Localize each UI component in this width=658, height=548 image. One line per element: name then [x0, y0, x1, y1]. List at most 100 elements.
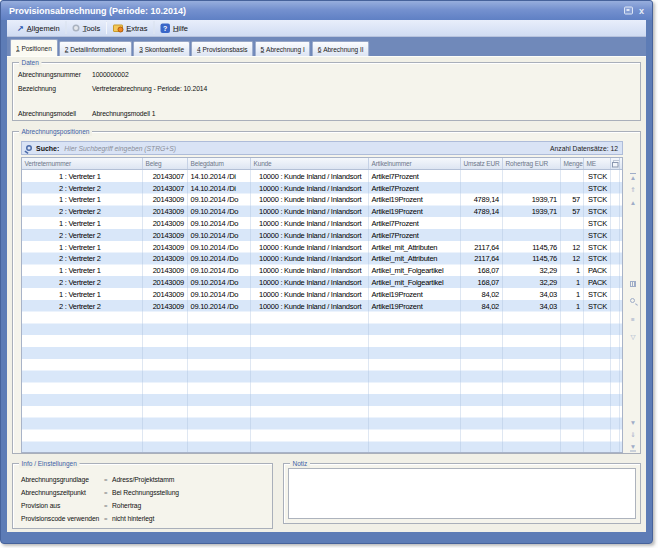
- row-up-icon[interactable]: ▲: [626, 199, 640, 207]
- page-up-icon[interactable]: ⇑: [626, 186, 640, 194]
- cell: PACK: [584, 276, 611, 288]
- expand-icon[interactable]: ▽: [626, 333, 640, 341]
- toolbar-label: Allgemein: [27, 24, 60, 33]
- search-bar[interactable]: Suche: Hier Suchbegriff eingeben (STRG+S…: [21, 141, 623, 155]
- column-header-kunde[interactable]: Kunde: [251, 158, 369, 169]
- cell: [611, 217, 620, 229]
- close-icon[interactable]: x: [639, 7, 644, 15]
- cell: 2117,64: [461, 253, 503, 265]
- field-label: Abrechnungsmodell: [18, 110, 76, 118]
- table-row[interactable]: 2 : Vertreter 22014300909.10.2014 /Do100…: [22, 229, 622, 241]
- cell: 14.10.2014 /Di: [188, 182, 251, 194]
- cell: STCK: [584, 205, 611, 217]
- cell: [611, 312, 620, 324]
- cell: 2117,64: [461, 241, 503, 253]
- filter-icon[interactable]: ≡: [626, 316, 640, 324]
- cell: 09.10.2014 /Do: [188, 241, 251, 253]
- cell: 168,07: [461, 276, 503, 288]
- table-row[interactable]: 2 : Vertreter 22014300909.10.2014 /Do100…: [22, 300, 622, 312]
- window-titlebar[interactable]: Provisionsabrechnung (Periode: 10.2014) …: [1, 1, 652, 20]
- column-header-options[interactable]: [611, 158, 620, 169]
- scroll-to-top-icon[interactable]: ▲: [626, 173, 640, 182]
- cell: [503, 406, 561, 418]
- toolbar-item-extras[interactable]: Extras: [107, 21, 153, 36]
- cell: [561, 323, 584, 335]
- cell: 20143009: [143, 264, 188, 276]
- cell: 09.10.2014 /Do: [188, 264, 251, 276]
- cell: [611, 182, 620, 194]
- table-row[interactable]: 2 : Vertreter 22014300909.10.2014 /Do100…: [22, 253, 622, 265]
- column-header-menge[interactable]: Menge: [561, 158, 584, 169]
- table-row[interactable]: 1 : Vertreter 12014300909.10.2014 /Do100…: [22, 217, 622, 229]
- search-rows-icon[interactable]: [630, 298, 635, 303]
- cell: [503, 312, 561, 324]
- column-header-me[interactable]: ME: [584, 158, 611, 169]
- cell: 10000 : Kunde Inland / Inlandsort: [251, 276, 369, 288]
- table-row-empty: [22, 382, 622, 394]
- scroll-to-bottom-icon[interactable]: ▼: [626, 443, 640, 452]
- cell: 10000 : Kunde Inland / Inlandsort: [251, 241, 369, 253]
- notiz-textarea[interactable]: [288, 468, 636, 519]
- cell: [611, 276, 620, 288]
- toolbar-item-tools[interactable]: Tools: [67, 21, 107, 36]
- tab-page-positionen: Daten Abrechnungsnummer 1000000002 Bezei…: [7, 56, 646, 532]
- cell: [22, 347, 143, 359]
- cell: [143, 382, 188, 394]
- cell: Artikel_mit_Attributen: [369, 241, 461, 253]
- cell: STCK: [584, 170, 611, 182]
- table-row[interactable]: 1 : Vertreter 12014300909.10.2014 /Do100…: [22, 241, 622, 253]
- tab-abrechnung-2[interactable]: 6 Abrechnung II: [312, 41, 370, 56]
- row-down-icon[interactable]: ▼: [626, 419, 640, 427]
- cell: [561, 430, 584, 442]
- tab-detailinformationen[interactable]: 2 Detailinformationen: [59, 41, 132, 56]
- column-header-belegdatum[interactable]: Belegdatum: [188, 158, 251, 169]
- cell: [461, 312, 503, 324]
- cell: STCK: [584, 194, 611, 206]
- table-row[interactable]: 1 : Vertreter 12014300909.10.2014 /Do100…: [22, 264, 622, 276]
- cell: [461, 382, 503, 394]
- cell: [22, 323, 143, 335]
- cell: [503, 371, 561, 383]
- cell: [584, 371, 611, 383]
- table-row[interactable]: 2 : Vertreter 22014300909.10.2014 /Do100…: [22, 205, 622, 217]
- column-header-umsatz[interactable]: Umsatz EUR: [461, 158, 503, 169]
- restore-icon[interactable]: [624, 7, 633, 15]
- column-header-beleg[interactable]: Beleg: [143, 158, 188, 169]
- cell: [611, 406, 620, 418]
- cell: 10000 : Kunde Inland / Inlandsort: [251, 205, 369, 217]
- toolbar-item-allgemein[interactable]: ↗ Allgemein: [11, 21, 66, 36]
- cell: [251, 382, 369, 394]
- search-input[interactable]: Hier Suchbegriff eingeben (STRG+S): [64, 144, 176, 152]
- tab-provisionsbasis[interactable]: 4 Provisionsbasis: [191, 41, 254, 56]
- table-row[interactable]: 1 : Vertreter 12014300714.10.2014 /Di100…: [22, 170, 622, 182]
- info-label: Abrechnungsgrundlage: [21, 476, 102, 484]
- cell: [611, 441, 620, 453]
- cell: [22, 312, 143, 324]
- cell: [611, 359, 620, 371]
- cell: 1 : Vertreter 1: [22, 264, 143, 276]
- tab-positionen[interactable]: 1 Positionen: [10, 39, 58, 56]
- cell: [143, 371, 188, 383]
- table-row[interactable]: 1 : Vertreter 12014300909.10.2014 /Do100…: [22, 288, 622, 300]
- tab-skontoanteile[interactable]: 3 Skontoanteile: [133, 41, 190, 56]
- column-header-artikelnummer[interactable]: Artikelnummer: [369, 158, 461, 169]
- cell: 34,03: [503, 300, 561, 312]
- table-row[interactable]: 2 : Vertreter 22014300909.10.2014 /Do100…: [22, 276, 622, 288]
- cell: [584, 394, 611, 406]
- cell: [461, 394, 503, 406]
- page-down-icon[interactable]: ⇓: [626, 431, 640, 439]
- cell: Artikel19Prozent: [369, 300, 461, 312]
- cell: 1: [561, 276, 584, 288]
- toolbar-item-hilfe[interactable]: ? Hilfe: [154, 21, 194, 36]
- column-header-rohertrag[interactable]: Rohertrag EUR: [503, 158, 561, 169]
- cell: [143, 335, 188, 347]
- grid-view-icon[interactable]: [630, 281, 636, 287]
- tab-abrechnung-1[interactable]: 5 Abrechnung I: [255, 41, 311, 56]
- column-header-vertreternummer[interactable]: Vertreternummer: [22, 158, 143, 169]
- cell: 20143009: [143, 253, 188, 265]
- table-row[interactable]: 1 : Vertreter 12014300909.10.2014 /Do100…: [22, 194, 622, 206]
- cell: 14.10.2014 /Di: [188, 170, 251, 182]
- table-row-empty: [22, 441, 622, 453]
- gear-icon: [73, 25, 80, 32]
- table-row[interactable]: 2 : Vertreter 22014300714.10.2014 /Di100…: [22, 182, 622, 194]
